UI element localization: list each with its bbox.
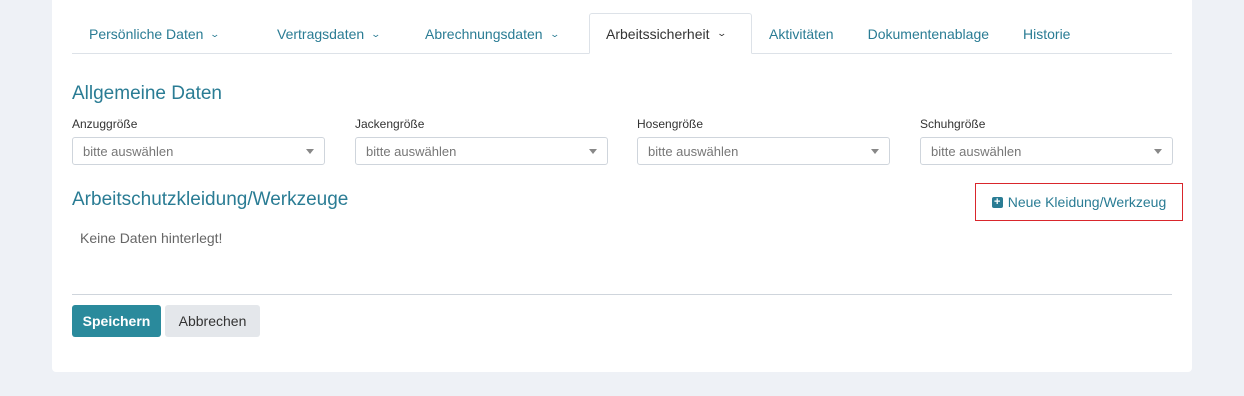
- suit-size-select[interactable]: bitte auswählen: [72, 137, 325, 165]
- trouser-size-field: Hosengröße bitte auswählen: [637, 117, 890, 165]
- tab-label: Vertragsdaten: [277, 26, 365, 42]
- trouser-size-select[interactable]: bitte auswählen: [637, 137, 890, 165]
- tab-label: Abrechnungsdaten: [425, 26, 543, 42]
- suit-size-field: Anzuggröße bitte auswählen: [72, 117, 325, 165]
- tab-label: Historie: [1023, 26, 1071, 42]
- shoe-size-label: Schuhgröße: [920, 117, 986, 131]
- select-placeholder: bitte auswählen: [366, 143, 457, 159]
- content-card: Persönliche Daten ⌄ Vertragsdaten ⌄ Abrech…: [52, 0, 1192, 372]
- jacket-size-label: Jackengröße: [355, 117, 425, 131]
- caret-down-icon: [589, 148, 597, 154]
- equipment-heading: Arbeitschutzkleidung/Werkzeuge: [72, 189, 349, 210]
- add-equipment-button[interactable]: + Neue Kleidung/Werkzeug: [975, 183, 1183, 221]
- select-placeholder: bitte auswählen: [83, 143, 174, 159]
- tab-persoenliche-daten[interactable]: Persönliche Daten ⌄: [72, 13, 260, 54]
- select-placeholder: bitte auswählen: [648, 143, 739, 159]
- tab-bar: Persönliche Daten ⌄ Vertragsdaten ⌄ Abrech…: [72, 13, 1172, 54]
- shoe-size-field: Schuhgröße bitte auswählen: [920, 117, 1173, 165]
- caret-down-icon: [1154, 148, 1162, 154]
- select-placeholder: bitte auswählen: [931, 143, 1022, 159]
- tab-historie[interactable]: Historie: [1006, 13, 1087, 54]
- chevron-down-icon: ⌄: [715, 28, 727, 38]
- tab-abrechnungsdaten[interactable]: Abrechnungsdaten ⌄: [408, 13, 589, 54]
- tab-dokumentenablage[interactable]: Dokumentenablage: [851, 13, 1006, 54]
- empty-state-text: Keine Daten hinterlegt!: [80, 230, 223, 246]
- caret-down-icon: [306, 148, 314, 154]
- tab-vertragsdaten[interactable]: Vertragsdaten ⌄: [260, 13, 408, 54]
- tab-aktivitaeten[interactable]: Aktivitäten: [752, 13, 851, 54]
- shoe-size-select[interactable]: bitte auswählen: [920, 137, 1173, 165]
- trouser-size-label: Hosengröße: [637, 117, 704, 131]
- general-data-heading: Allgemeine Daten: [72, 83, 222, 104]
- tab-label: Persönliche Daten: [89, 26, 204, 42]
- tab-label: Arbeitssicherheit: [606, 25, 710, 42]
- chevron-down-icon: ⌄: [549, 28, 560, 39]
- divider: [72, 294, 1172, 295]
- jacket-size-select[interactable]: bitte auswählen: [355, 137, 608, 165]
- tab-arbeitssicherheit[interactable]: Arbeitssicherheit ⌄: [589, 13, 752, 54]
- tab-label: Aktivitäten: [769, 26, 834, 42]
- save-button[interactable]: Speichern: [72, 305, 161, 337]
- add-equipment-label: Neue Kleidung/Werkzeug: [1007, 194, 1167, 210]
- tab-label: Dokumentenablage: [867, 26, 990, 42]
- plus-square-icon: +: [991, 196, 1003, 208]
- chevron-down-icon: ⌄: [209, 28, 221, 39]
- cancel-button[interactable]: Abbrechen: [165, 305, 260, 337]
- caret-down-icon: [871, 148, 879, 154]
- jacket-size-field: Jackengröße bitte auswählen: [355, 117, 608, 165]
- chevron-down-icon: ⌄: [370, 28, 382, 39]
- suit-size-label: Anzuggröße: [72, 117, 138, 131]
